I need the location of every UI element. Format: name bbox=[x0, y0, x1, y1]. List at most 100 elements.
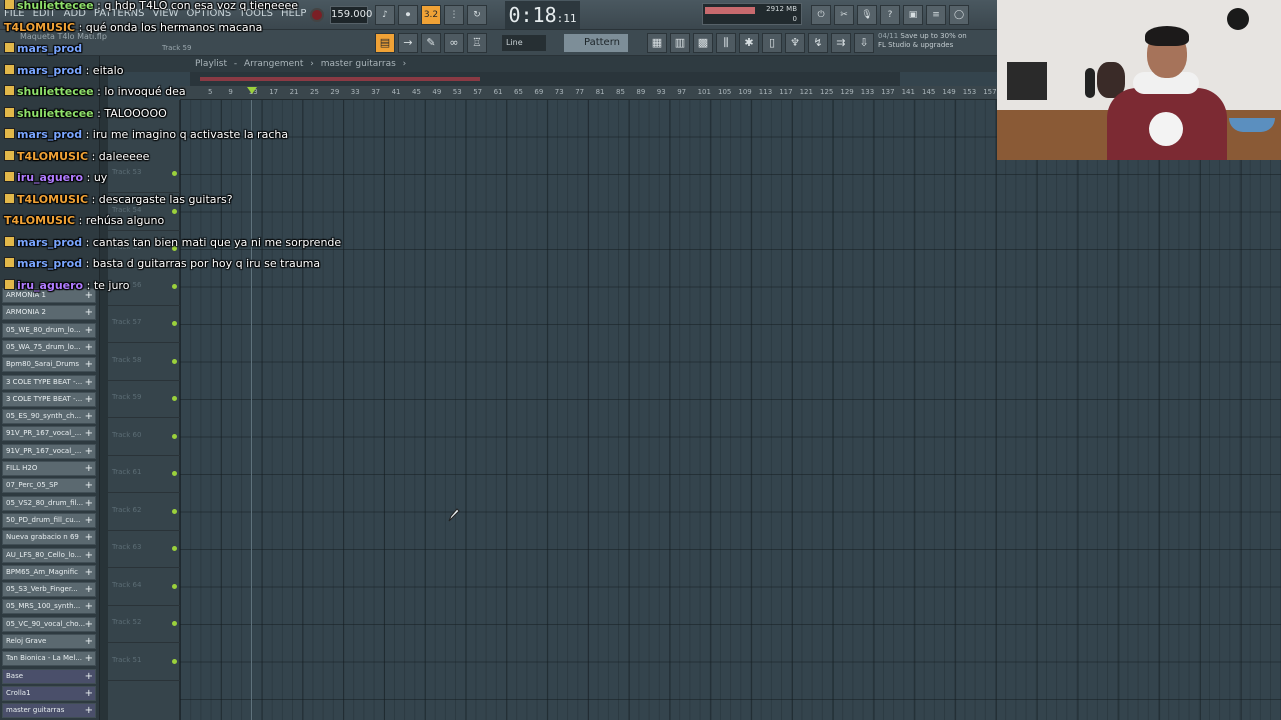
countdown-icon[interactable]: 3.2 bbox=[421, 5, 441, 25]
add-icon[interactable]: + bbox=[85, 427, 93, 440]
channel-rack-icon[interactable]: ▩ bbox=[693, 33, 713, 53]
add-icon[interactable]: + bbox=[85, 410, 93, 423]
track-mute-indicator[interactable] bbox=[172, 658, 177, 664]
picker-item[interactable]: master guitarras + bbox=[2, 703, 96, 719]
step-edit-icon[interactable]: ⋮ bbox=[444, 5, 464, 25]
picker-item[interactable]: ARMONIA 2 + bbox=[2, 305, 96, 321]
add-icon[interactable]: + bbox=[85, 549, 93, 562]
picker-item[interactable]: Base + bbox=[2, 668, 96, 684]
add-icon[interactable]: + bbox=[85, 583, 93, 596]
help-icon[interactable]: ? bbox=[880, 5, 900, 25]
picker-item[interactable]: 05_WE_80_drum_lo... + bbox=[2, 322, 96, 338]
news-panel[interactable]: 04/11 Save up to 30% on FL Studio & upgr… bbox=[878, 32, 967, 50]
picker-item[interactable]: AU_LFS_80_Cello_lo... + bbox=[2, 547, 96, 563]
track-header[interactable]: Track 57 bbox=[108, 306, 180, 343]
track-header[interactable]: Track 63 bbox=[108, 531, 180, 568]
playlist-grid[interactable] bbox=[180, 100, 1281, 720]
picker-item[interactable]: 05_WA_75_drum_lo... + bbox=[2, 339, 96, 355]
tempo-display[interactable]: 159.000 bbox=[330, 6, 372, 24]
add-icon[interactable]: + bbox=[85, 497, 93, 510]
picker-item[interactable]: 3 COLE TYPE BEAT -... + bbox=[2, 391, 96, 407]
time-ruler[interactable]: 5 9 13 17 21 25 29 33 37 41 45 49 53 57 61 65 69 73 77 81 85… bbox=[180, 86, 997, 100]
track-header[interactable]: Track 61 bbox=[108, 456, 180, 493]
add-icon[interactable]: + bbox=[85, 479, 93, 492]
picker-item[interactable]: 3 COLE TYPE BEAT -... + bbox=[2, 374, 96, 390]
track-mute-indicator[interactable] bbox=[172, 508, 177, 514]
add-icon[interactable]: + bbox=[85, 358, 93, 371]
track-header[interactable]: Track 59 bbox=[108, 381, 180, 418]
add-icon[interactable]: + bbox=[85, 462, 93, 475]
picker-item[interactable]: 05_S3_Verb_Finger... + bbox=[2, 582, 96, 598]
picker-item[interactable]: 50_PD_drum_fill_cu... + bbox=[2, 512, 96, 528]
add-icon[interactable]: + bbox=[85, 618, 93, 631]
mic-icon[interactable]: 🎙 bbox=[857, 5, 877, 25]
record-button[interactable] bbox=[310, 8, 324, 22]
track-mute-indicator[interactable] bbox=[172, 358, 177, 364]
track-mute-indicator[interactable] bbox=[172, 471, 177, 476]
add-icon[interactable]: + bbox=[85, 670, 93, 683]
track-header[interactable]: Track 52 bbox=[108, 606, 180, 643]
add-icon[interactable]: + bbox=[85, 531, 93, 544]
playlist-icon[interactable]: ▦ bbox=[647, 33, 667, 53]
picker-item[interactable]: 05_VC_90_vocal_cho... + bbox=[2, 616, 96, 632]
snap-select[interactable]: Line bbox=[502, 35, 546, 51]
picker-item[interactable]: 05_VS2_80_drum_fil... + bbox=[2, 495, 96, 511]
playlist-overview[interactable] bbox=[190, 72, 900, 86]
browser-icon[interactable]: ▯ bbox=[762, 33, 782, 53]
picker-item[interactable]: 07_Perc_05_SP + bbox=[2, 478, 96, 494]
power-icon[interactable]: ⏻ bbox=[811, 5, 831, 25]
render-icon[interactable]: ⇉ bbox=[831, 33, 851, 53]
save-icon[interactable]: ▣ bbox=[903, 5, 923, 25]
track-mute-indicator[interactable] bbox=[172, 171, 177, 176]
picker-item[interactable]: BPM65_Am_Magnific + bbox=[2, 564, 96, 580]
picker-item[interactable]: FILL H2O + bbox=[2, 461, 96, 476]
picker-item[interactable]: Crolla1 + bbox=[2, 685, 96, 701]
wait-input-icon[interactable]: ⏺ bbox=[398, 5, 418, 25]
link-icon[interactable]: ∞ bbox=[444, 33, 464, 53]
track-mute-indicator[interactable] bbox=[172, 546, 177, 551]
add-icon[interactable]: + bbox=[85, 514, 93, 527]
add-icon[interactable]: + bbox=[85, 704, 93, 717]
track-header[interactable]: Track 51 bbox=[108, 644, 180, 681]
picker-item[interactable]: Nueva grabacio n 69 + bbox=[2, 530, 96, 546]
add-icon[interactable]: + bbox=[85, 566, 93, 579]
effects-icon[interactable]: ✱ bbox=[739, 33, 759, 53]
picker-item[interactable]: 05_ES_90_synth_ch... + bbox=[2, 409, 96, 425]
picker-item[interactable]: 05_MRS_100_synth... + bbox=[2, 599, 96, 615]
add-icon[interactable]: + bbox=[85, 652, 93, 665]
track-mute-indicator[interactable] bbox=[172, 583, 177, 589]
track-header[interactable]: Track 62 bbox=[108, 494, 180, 531]
track-header[interactable]: Track 58 bbox=[108, 344, 180, 381]
piano-roll-icon[interactable]: ▥ bbox=[670, 33, 690, 53]
track-mute-indicator[interactable] bbox=[172, 208, 177, 214]
track-mute-indicator[interactable] bbox=[172, 321, 177, 326]
picker-item[interactable]: Reloj Grave + bbox=[2, 634, 96, 649]
picker-item[interactable]: Tan Bionica - La Mel... + bbox=[2, 651, 96, 667]
add-icon[interactable]: + bbox=[85, 445, 93, 458]
mixer-icon[interactable]: ≡ bbox=[926, 5, 946, 25]
picker-item[interactable]: 91V_PR_167_vocal_... + bbox=[2, 443, 96, 459]
add-icon[interactable]: + bbox=[85, 324, 93, 337]
add-icon[interactable]: + bbox=[85, 635, 93, 648]
download-icon[interactable]: ⇩ bbox=[854, 33, 874, 53]
add-icon[interactable]: + bbox=[85, 687, 93, 700]
picker-item[interactable]: 91V_PR_167_vocal_... + bbox=[2, 426, 96, 442]
loop-record-icon[interactable]: ↻ bbox=[467, 5, 487, 25]
chat-icon[interactable]: ◯ bbox=[949, 5, 969, 25]
track-header[interactable]: Track 64 bbox=[108, 569, 180, 606]
add-icon[interactable]: + bbox=[85, 393, 93, 406]
arrow-icon[interactable]: → bbox=[398, 33, 418, 53]
metronome-icon[interactable]: ♪ bbox=[375, 5, 395, 25]
playhead-marker[interactable] bbox=[247, 87, 257, 94]
add-icon[interactable]: + bbox=[85, 600, 93, 613]
cut-icon[interactable]: ✂ bbox=[834, 5, 854, 25]
add-icon[interactable]: + bbox=[85, 306, 93, 319]
brush-icon[interactable]: ✎ bbox=[421, 33, 441, 53]
track-mute-indicator[interactable] bbox=[172, 396, 177, 401]
track-mute-indicator[interactable] bbox=[172, 283, 177, 289]
tempo-tapper-icon[interactable]: ↯ bbox=[808, 33, 828, 53]
track-header[interactable]: Track 60 bbox=[108, 419, 180, 456]
track-mute-indicator[interactable] bbox=[172, 433, 177, 439]
playlist-toggle-icon[interactable]: ▤ bbox=[375, 33, 395, 53]
add-icon[interactable]: + bbox=[85, 341, 93, 354]
